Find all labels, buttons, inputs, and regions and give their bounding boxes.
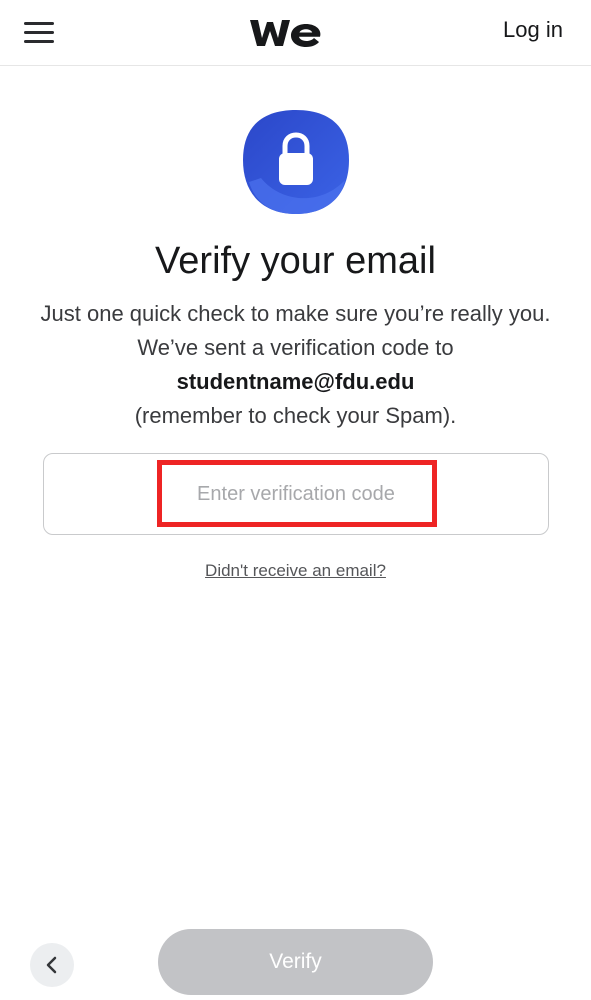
top-bar: Log in xyxy=(0,0,591,66)
verification-code-input[interactable] xyxy=(44,454,548,534)
we-logo[interactable] xyxy=(248,14,322,50)
verify-button[interactable]: Verify xyxy=(158,929,433,995)
chevron-left-icon xyxy=(46,956,57,974)
verification-code-field[interactable] xyxy=(43,453,549,535)
spam-reminder: (remember to check your Spam). xyxy=(134,403,457,428)
recipient-email: studentname@fdu.edu xyxy=(176,369,415,394)
resend-email-link[interactable]: Didn't receive an email? xyxy=(0,561,591,581)
login-link[interactable]: Log in xyxy=(503,17,563,43)
hamburger-menu-icon[interactable] xyxy=(24,16,62,48)
page-title: Verify your email xyxy=(155,240,436,282)
back-button[interactable] xyxy=(30,943,74,987)
padlock-icon xyxy=(243,110,349,214)
description-text: Just one quick check to make sure you’re… xyxy=(40,301,551,360)
verification-description: Just one quick check to make sure you’re… xyxy=(40,297,551,433)
